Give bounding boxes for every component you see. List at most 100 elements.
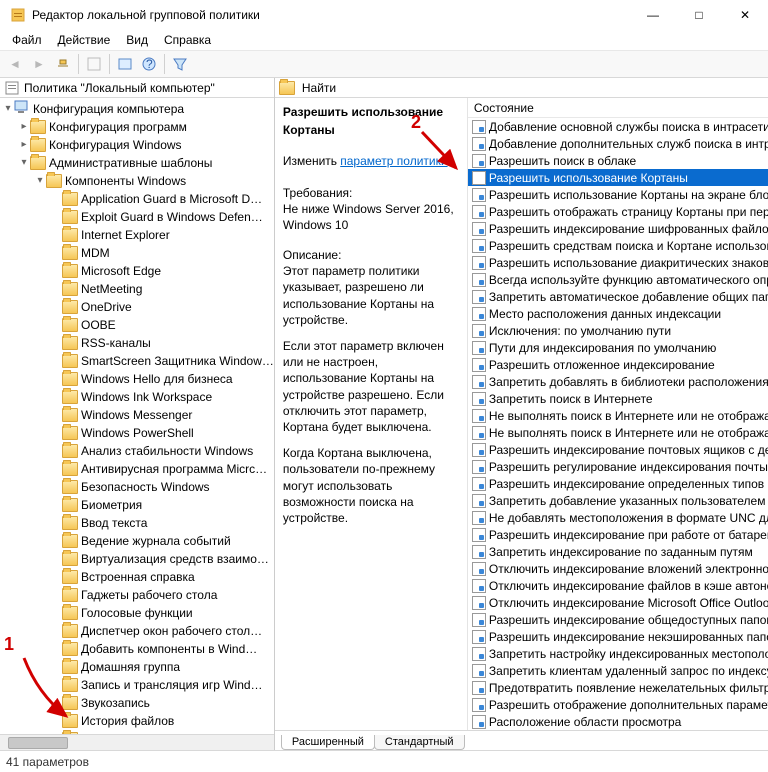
tree-item[interactable]: RSS-каналы xyxy=(0,334,274,352)
navigation-tree[interactable]: ▾Конфигурация компьютера▸Конфигурация пр… xyxy=(0,98,274,734)
show-hide-button[interactable] xyxy=(83,53,105,75)
menu-view[interactable]: Вид xyxy=(120,31,154,49)
policy-item[interactable]: Запретить добавление указанных пользоват… xyxy=(468,492,768,509)
policy-item[interactable]: Разрешить поиск в облаке xyxy=(468,152,768,169)
policy-item[interactable]: Разрешить средствам поиска и Кортане исп… xyxy=(468,237,768,254)
policy-icon xyxy=(472,477,486,491)
minimize-button[interactable]: — xyxy=(630,0,676,30)
policy-icon xyxy=(472,256,486,270)
folder-icon xyxy=(62,300,78,314)
list-column-state[interactable]: Состояние xyxy=(468,98,768,118)
policy-item[interactable]: Запретить клиентам удаленный запрос по и… xyxy=(468,662,768,679)
policy-list[interactable]: Добавление основной службы поиска в интр… xyxy=(468,118,768,730)
policy-item[interactable]: Расположение области просмотра xyxy=(468,713,768,730)
menu-action[interactable]: Действие xyxy=(52,31,117,49)
tree-item[interactable]: Windows Messenger xyxy=(0,406,274,424)
tree-item[interactable]: ▾Компоненты Windows xyxy=(0,172,274,190)
forward-button[interactable]: ► xyxy=(28,53,50,75)
policy-item[interactable]: Предотвратить появление нежелательных фи… xyxy=(468,679,768,696)
policy-item[interactable]: Отключить индексирование файлов в кэше а… xyxy=(468,577,768,594)
policy-item[interactable]: Разрешить отображение дополнительных пар… xyxy=(468,696,768,713)
filter-button[interactable] xyxy=(169,53,191,75)
policy-item[interactable]: Пути для индексирования по умолчанию xyxy=(468,339,768,356)
up-button[interactable] xyxy=(52,53,74,75)
tab-extended[interactable]: Расширенный xyxy=(281,735,375,750)
policy-item[interactable]: Разрешить индексирование определенных ти… xyxy=(468,475,768,492)
policy-item[interactable]: Запретить добавлять в библиотеки располо… xyxy=(468,373,768,390)
tree-item[interactable]: Internet Explorer xyxy=(0,226,274,244)
policy-item[interactable]: Разрешить индексирование при работе от б… xyxy=(468,526,768,543)
tree-item[interactable]: Ведение журнала событий xyxy=(0,532,274,550)
tree-item[interactable]: ▾Конфигурация компьютера xyxy=(0,100,274,118)
policy-item[interactable]: Исключения: по умолчанию пути xyxy=(468,322,768,339)
tree-item[interactable]: Встроенная справка xyxy=(0,568,274,586)
tree-item[interactable]: Windows Hello для бизнеса xyxy=(0,370,274,388)
tree-item[interactable]: Голосовые функции xyxy=(0,604,274,622)
policy-item[interactable]: Разрешить индексирование почтовых ящиков… xyxy=(468,441,768,458)
tree-hscroll[interactable] xyxy=(0,734,274,750)
close-button[interactable]: ✕ xyxy=(722,0,768,30)
policy-icon xyxy=(472,120,486,134)
policy-item[interactable]: Не добавлять местоположения в формате UN… xyxy=(468,509,768,526)
tree-item[interactable]: ▸Конфигурация программ xyxy=(0,118,274,136)
tree-item[interactable]: OneDrive xyxy=(0,298,274,316)
policy-item[interactable]: Разрешить отображать страницу Кортаны пр… xyxy=(468,203,768,220)
policy-item[interactable]: Не выполнять поиск в Интернете или не от… xyxy=(468,424,768,441)
tree-item[interactable]: Виртуализация средств взаимо… xyxy=(0,550,274,568)
policy-item[interactable]: Разрешить использование диакритических з… xyxy=(468,254,768,271)
maximize-button[interactable]: □ xyxy=(676,0,722,30)
help-button[interactable]: ? xyxy=(138,53,160,75)
tree-item[interactable]: Microsoft Edge xyxy=(0,262,274,280)
policy-item[interactable]: Разрешить индексирование некэшированных … xyxy=(468,628,768,645)
edit-policy-link[interactable]: параметр политики xyxy=(340,154,447,168)
policy-item[interactable]: Отключить индексирование вложений электр… xyxy=(468,560,768,577)
policy-item[interactable]: Разрешить индексирование шифрованных фай… xyxy=(468,220,768,237)
policy-item[interactable]: Разрешить индексирование общедоступных п… xyxy=(468,611,768,628)
tree-header[interactable]: Политика "Локальный компьютер" xyxy=(0,78,274,98)
tree-item[interactable]: Exploit Guard в Windows Defen… xyxy=(0,208,274,226)
tree-item[interactable]: Биометрия xyxy=(0,496,274,514)
policy-icon xyxy=(472,443,486,457)
tree-item[interactable]: Application Guard в Microsoft D… xyxy=(0,190,274,208)
policy-item[interactable]: Не выполнять поиск в Интернете или не от… xyxy=(468,407,768,424)
tree-item[interactable]: Запись и трансляция игр Wind… xyxy=(0,676,274,694)
policy-item[interactable]: Запретить автоматическое добавление общи… xyxy=(468,288,768,305)
tree-item[interactable]: Анализ стабильности Windows xyxy=(0,442,274,460)
tree-item[interactable]: ▸Конфигурация Windows xyxy=(0,136,274,154)
policy-item[interactable]: Разрешить использование Кортаны на экран… xyxy=(468,186,768,203)
policy-item[interactable]: Отключить индексирование Microsoft Offic… xyxy=(468,594,768,611)
tree-item[interactable]: Диспетчер окон рабочего стол… xyxy=(0,622,274,640)
tree-item[interactable]: История файлов xyxy=(0,712,274,730)
tree-item[interactable]: SmartScreen Защитника Window… xyxy=(0,352,274,370)
tree-item[interactable]: OOBE xyxy=(0,316,274,334)
back-button[interactable]: ◄ xyxy=(4,53,26,75)
policy-item[interactable]: Запретить индексирование по заданным пут… xyxy=(468,543,768,560)
tree-item[interactable]: ▾Административные шаблоны xyxy=(0,154,274,172)
policy-item[interactable]: Разрешить использование Кортаны xyxy=(468,169,768,186)
policy-item[interactable]: Место расположения данных индексации xyxy=(468,305,768,322)
policy-item[interactable]: Разрешить отложенное индексирование xyxy=(468,356,768,373)
tree-item[interactable]: Добавить компоненты в Wind… xyxy=(0,640,274,658)
policy-item[interactable]: Добавление дополнительных служб поиска в… xyxy=(468,135,768,152)
tree-item[interactable]: MDM xyxy=(0,244,274,262)
description-text-1: Этот параметр политики указывает, разреш… xyxy=(283,263,459,328)
tree-item[interactable]: NetMeeting xyxy=(0,280,274,298)
menu-help[interactable]: Справка xyxy=(158,31,217,49)
tree-item[interactable]: Гаджеты рабочего стола xyxy=(0,586,274,604)
policy-item[interactable]: Запретить настройку индексированных мест… xyxy=(468,645,768,662)
properties-button[interactable] xyxy=(114,53,136,75)
tree-item[interactable]: Windows PowerShell xyxy=(0,424,274,442)
tree-item[interactable]: Безопасность Windows xyxy=(0,478,274,496)
tree-item[interactable]: Антивирусная программа Micrс… xyxy=(0,460,274,478)
tree-item[interactable]: Ввод текста xyxy=(0,514,274,532)
tab-standard[interactable]: Стандартный xyxy=(374,735,465,750)
tree-item[interactable]: Домашняя группа xyxy=(0,658,274,676)
tree-item[interactable]: Windows Ink Workspace xyxy=(0,388,274,406)
description-text-3: Когда Кортана выключена, пользователи по… xyxy=(283,445,459,526)
policy-item[interactable]: Всегда используйте функцию автоматическо… xyxy=(468,271,768,288)
menu-file[interactable]: Файл xyxy=(6,31,48,49)
policy-item[interactable]: Добавление основной службы поиска в интр… xyxy=(468,118,768,135)
tree-item[interactable]: Звукозапись xyxy=(0,694,274,712)
policy-item[interactable]: Разрешить регулирование индексирования п… xyxy=(468,458,768,475)
policy-item[interactable]: Запретить поиск в Интернете xyxy=(468,390,768,407)
